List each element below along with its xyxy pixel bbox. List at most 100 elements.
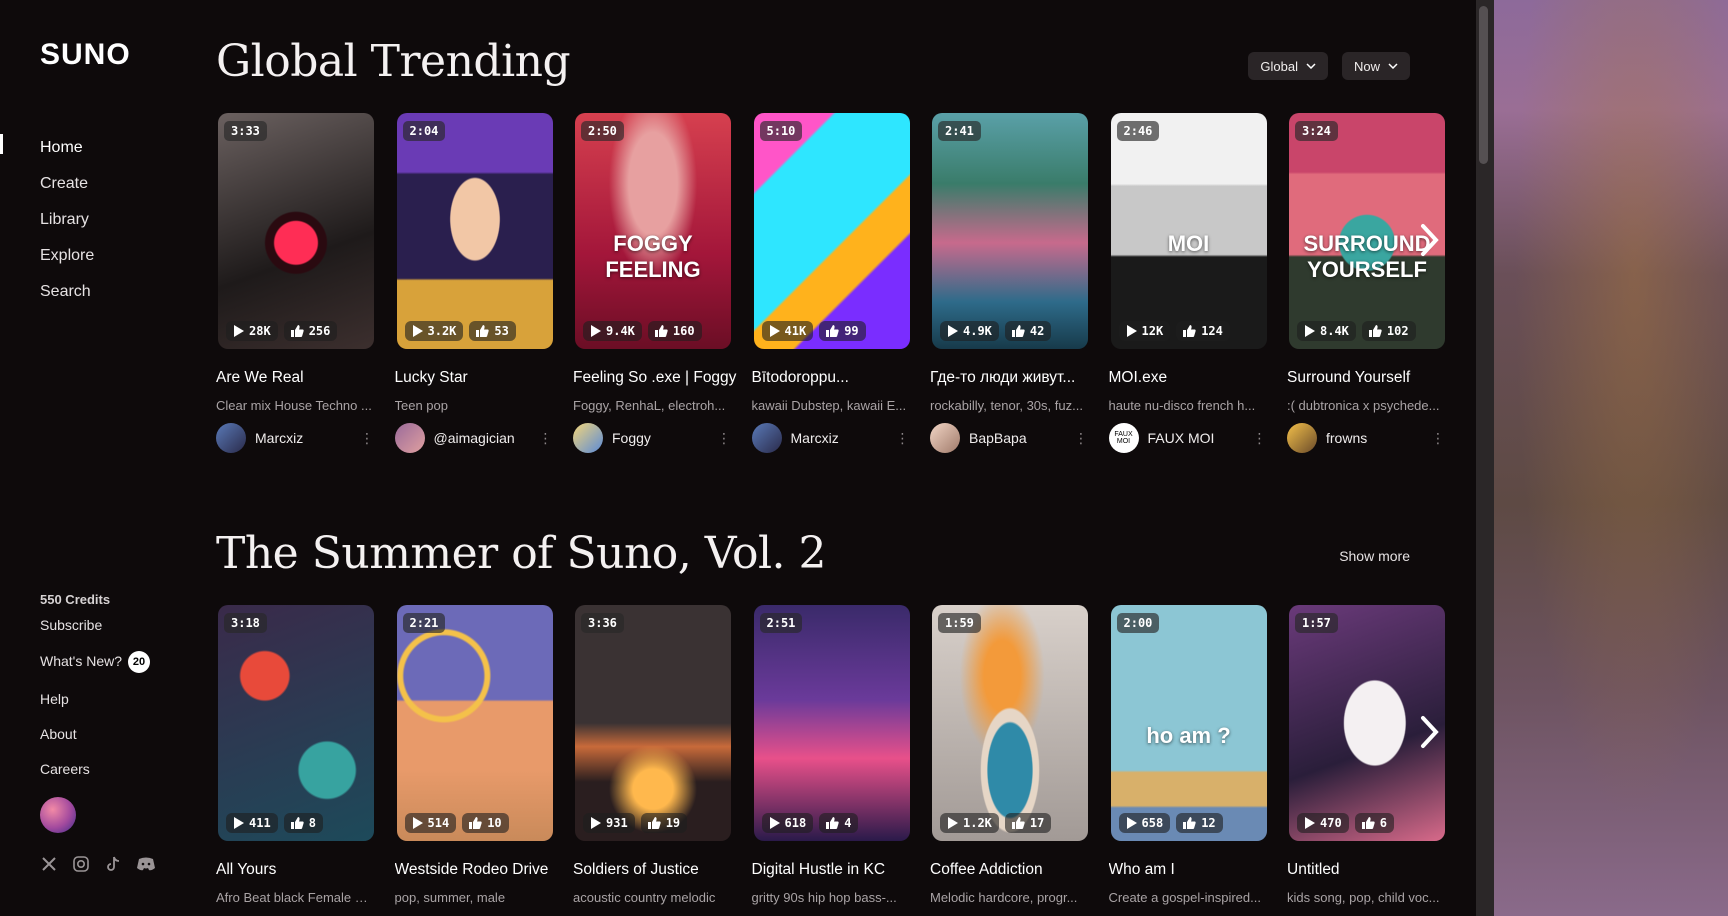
play-count[interactable]: 411 — [226, 813, 278, 833]
song-title[interactable]: Lucky Star — [395, 369, 563, 387]
more-options-icon[interactable]: ⋮ — [896, 430, 910, 447]
song-cover[interactable]: 3:18 411 8 — [218, 605, 374, 841]
song-title[interactable]: Где-то люди живут... — [930, 369, 1098, 387]
song-cover[interactable]: 2:04 3.2K 53 — [396, 113, 553, 349]
artist-avatar[interactable] — [573, 423, 603, 453]
song-card[interactable]: 3:36 931 19 Soldiers of Justice acoustic cou… — [573, 605, 752, 905]
x-icon[interactable] — [40, 855, 58, 873]
about-link[interactable]: About — [40, 726, 156, 742]
scrollbar-thumb[interactable] — [1479, 6, 1488, 164]
artist-name[interactable]: frowns — [1326, 430, 1431, 446]
song-cover[interactable]: MOI 2:46 12K 124 — [1110, 113, 1267, 349]
song-title[interactable]: Westside Rodeo Drive — [395, 861, 563, 879]
song-title[interactable]: Feeling So .exe | Foggy — [573, 369, 741, 387]
song-card[interactable]: 1:57 470 6 Untitled kids song, pop, child vo… — [1287, 605, 1466, 905]
artist-name[interactable]: BapBapa — [969, 430, 1074, 446]
show-more-link[interactable]: Show more — [1339, 548, 1410, 564]
song-title[interactable]: Untitled — [1287, 861, 1455, 879]
play-count[interactable]: 514 — [404, 813, 457, 833]
like-count[interactable]: 4 — [819, 813, 859, 833]
page-scrollbar[interactable] — [1476, 0, 1494, 916]
artist-avatar[interactable] — [394, 423, 425, 453]
song-cover[interactable]: 3:33 28K 256 — [218, 113, 374, 349]
more-options-icon[interactable]: ⋮ — [717, 430, 731, 447]
like-count[interactable]: 17 — [1004, 813, 1052, 833]
song-card[interactable]: 1:59 1.2K 17 Coffee Addiction Melodic hardco… — [930, 605, 1109, 905]
whats-new-row[interactable]: What's New? 20 — [40, 651, 156, 673]
song-cover[interactable]: 3:36 931 19 — [575, 605, 731, 841]
song-title[interactable]: MOI.exe — [1109, 369, 1277, 387]
artist-name[interactable]: Marcxiz — [791, 430, 896, 446]
whats-new-link[interactable]: What's New? — [40, 653, 122, 669]
like-count[interactable]: 124 — [1176, 321, 1230, 341]
subscribe-link[interactable]: Subscribe — [40, 617, 156, 633]
song-cover[interactable]: ho am ? 2:00 658 12 — [1110, 605, 1267, 841]
song-title[interactable]: Coffee Addiction — [930, 861, 1098, 879]
song-card[interactable]: FOGGY FEELING 2:50 9.4K 160 Feeling So .exe … — [573, 113, 752, 453]
more-options-icon[interactable]: ⋮ — [1074, 430, 1088, 447]
like-count[interactable]: 12 — [1176, 813, 1223, 833]
artist-avatar[interactable] — [1287, 423, 1317, 453]
more-options-icon[interactable]: ⋮ — [539, 430, 553, 447]
song-card[interactable]: 3:33 28K 256 Are We Real Clear mix House Tec… — [216, 113, 395, 453]
song-title[interactable]: Digital Hustle in KC — [752, 861, 920, 879]
song-cover[interactable]: 1:59 1.2K 17 — [932, 605, 1088, 841]
song-card[interactable]: 2:41 4.9K 42 Где-то люди живут... rockabilly… — [930, 113, 1109, 453]
song-card[interactable]: MOI 2:46 12K 124 MOI.exe haute nu-disco frenc… — [1108, 113, 1288, 453]
song-card[interactable]: 2:51 618 4 Digital Hustle in KC gritty 90s h… — [752, 605, 931, 905]
play-count[interactable]: 4.9K — [940, 321, 999, 341]
nav-create[interactable]: Create — [40, 166, 94, 202]
like-count[interactable]: 10 — [462, 813, 509, 833]
song-card[interactable]: SURROUND YOURSELF 3:24 8.4K 102 Surround You… — [1287, 113, 1466, 453]
artist-avatar[interactable]: FAUX MOI — [1108, 423, 1139, 453]
discord-icon[interactable] — [136, 855, 156, 873]
song-cover[interactable]: 2:41 4.9K 42 — [932, 113, 1088, 349]
song-title[interactable]: Bītodoroppu... — [752, 369, 920, 387]
play-count[interactable]: 3.2K — [404, 321, 464, 341]
play-count[interactable]: 618 — [761, 813, 814, 833]
careers-link[interactable]: Careers — [40, 761, 156, 777]
play-count[interactable]: 931 — [583, 813, 635, 833]
artist-name[interactable]: @aimagician — [434, 430, 539, 446]
artist-avatar[interactable] — [930, 423, 960, 453]
like-count[interactable]: 42 — [1004, 321, 1052, 341]
like-count[interactable]: 160 — [647, 321, 702, 341]
artist-avatar[interactable] — [751, 423, 782, 453]
play-count[interactable]: 9.4K — [583, 321, 642, 341]
tiktok-icon[interactable] — [104, 855, 122, 873]
like-count[interactable]: 102 — [1361, 321, 1416, 341]
summer-next-arrow[interactable] — [1414, 712, 1444, 752]
more-options-icon[interactable]: ⋮ — [1253, 430, 1267, 447]
nav-search[interactable]: Search — [40, 274, 94, 310]
song-cover[interactable]: 5:10 41K 99 — [753, 113, 910, 349]
play-count[interactable]: 12K — [1118, 321, 1171, 341]
song-card[interactable]: 3:18 411 8 All Yours Afro Beat black Female … — [216, 605, 395, 905]
suno-logo[interactable]: SUNO — [40, 38, 146, 73]
artist-name[interactable]: FAUX MOI — [1148, 430, 1253, 446]
song-cover[interactable]: FOGGY FEELING 2:50 9.4K 160 — [575, 113, 731, 349]
song-title[interactable]: Who am I — [1109, 861, 1277, 879]
song-card[interactable]: ho am ? 2:00 658 12 Who am I Create a gospel-… — [1109, 605, 1288, 905]
song-cover[interactable]: 2:21 514 10 — [396, 605, 553, 841]
song-cover[interactable]: 2:51 618 4 — [753, 605, 910, 841]
like-count[interactable]: 8 — [283, 813, 323, 833]
like-count[interactable]: 53 — [469, 321, 516, 341]
like-count[interactable]: 6 — [1354, 813, 1394, 833]
like-count[interactable]: 19 — [640, 813, 688, 833]
play-count[interactable]: 1.2K — [940, 813, 999, 833]
song-card[interactable]: 2:04 3.2K 53 Lucky Star Teen pop @aimagician ⋮ — [394, 113, 574, 453]
song-card[interactable]: 2:21 514 10 Westside Rodeo Drive pop, summer… — [395, 605, 574, 905]
play-count[interactable]: 28K — [226, 321, 278, 341]
help-link[interactable]: Help — [40, 691, 156, 707]
play-count[interactable]: 41K — [761, 321, 814, 341]
artist-name[interactable]: Foggy — [612, 430, 717, 446]
song-card[interactable]: 5:10 41K 99 Bītodoroppu... kawaii Dubstep, k… — [751, 113, 931, 453]
play-count[interactable]: 470 — [1297, 813, 1349, 833]
time-dropdown[interactable]: Now — [1341, 52, 1410, 80]
artist-avatar[interactable] — [216, 423, 246, 453]
trending-next-arrow[interactable] — [1414, 220, 1444, 260]
nav-explore[interactable]: Explore — [40, 238, 94, 274]
user-avatar[interactable] — [40, 797, 76, 833]
song-title[interactable]: All Yours — [216, 861, 384, 879]
like-count[interactable]: 99 — [819, 321, 866, 341]
